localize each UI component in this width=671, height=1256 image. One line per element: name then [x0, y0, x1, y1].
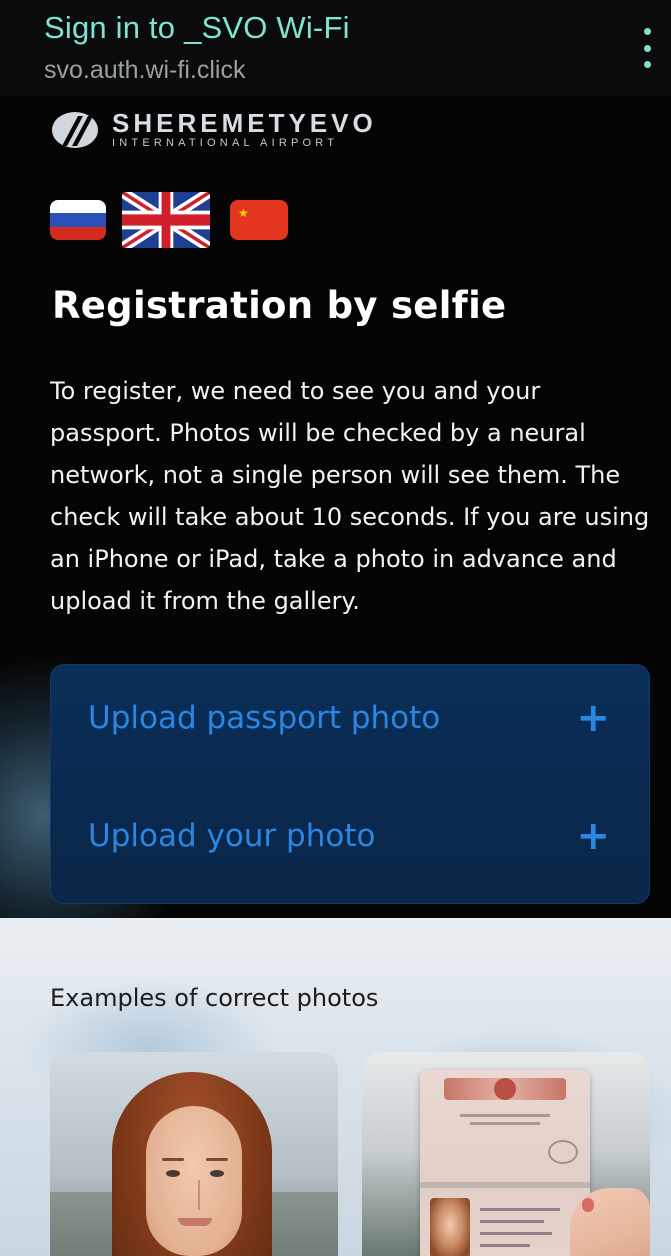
more-vertical-icon[interactable]	[637, 28, 657, 68]
plus-icon: +	[576, 813, 610, 859]
airport-logo: SHEREMETYEVO INTERNATIONAL AIRPORT	[52, 110, 377, 150]
upload-passport-label: Upload passport photo	[88, 700, 441, 736]
page-title: Sign in to _SVO Wi-Fi	[44, 10, 350, 45]
upload-passport-button[interactable]: Upload passport photo +	[88, 688, 610, 748]
instructions-text: To register, we need to see you and your…	[50, 377, 650, 615]
browser-bar: Sign in to _SVO Wi-Fi svo.auth.wi-fi.cli…	[0, 0, 671, 96]
language-selector: ★	[50, 192, 288, 248]
example-passport-image	[362, 1052, 650, 1256]
ru-flag-icon[interactable]	[50, 200, 106, 240]
main-content: SHEREMETYEVO INTERNATIONAL AIRPORT ★ Reg…	[0, 96, 671, 918]
examples-section: Examples of correct photos	[0, 918, 671, 1256]
example-selfie-image	[50, 1052, 338, 1256]
examples-title: Examples of correct photos	[50, 984, 379, 1012]
airport-logo-icon	[52, 112, 98, 148]
upload-selfie-button[interactable]: Upload your photo +	[88, 806, 610, 866]
upload-panel: Upload passport photo + Upload your phot…	[50, 664, 650, 904]
url-text: svo.auth.wi-fi.click	[44, 56, 246, 84]
plus-icon: +	[576, 695, 610, 741]
section-heading: Registration by selfie	[52, 284, 507, 327]
brand-tagline: INTERNATIONAL AIRPORT	[112, 137, 339, 149]
brand-name: SHEREMETYEVO	[112, 108, 377, 138]
cn-flag-icon[interactable]: ★	[230, 200, 288, 240]
upload-selfie-label: Upload your photo	[88, 818, 376, 854]
uk-flag-icon[interactable]	[122, 192, 210, 248]
